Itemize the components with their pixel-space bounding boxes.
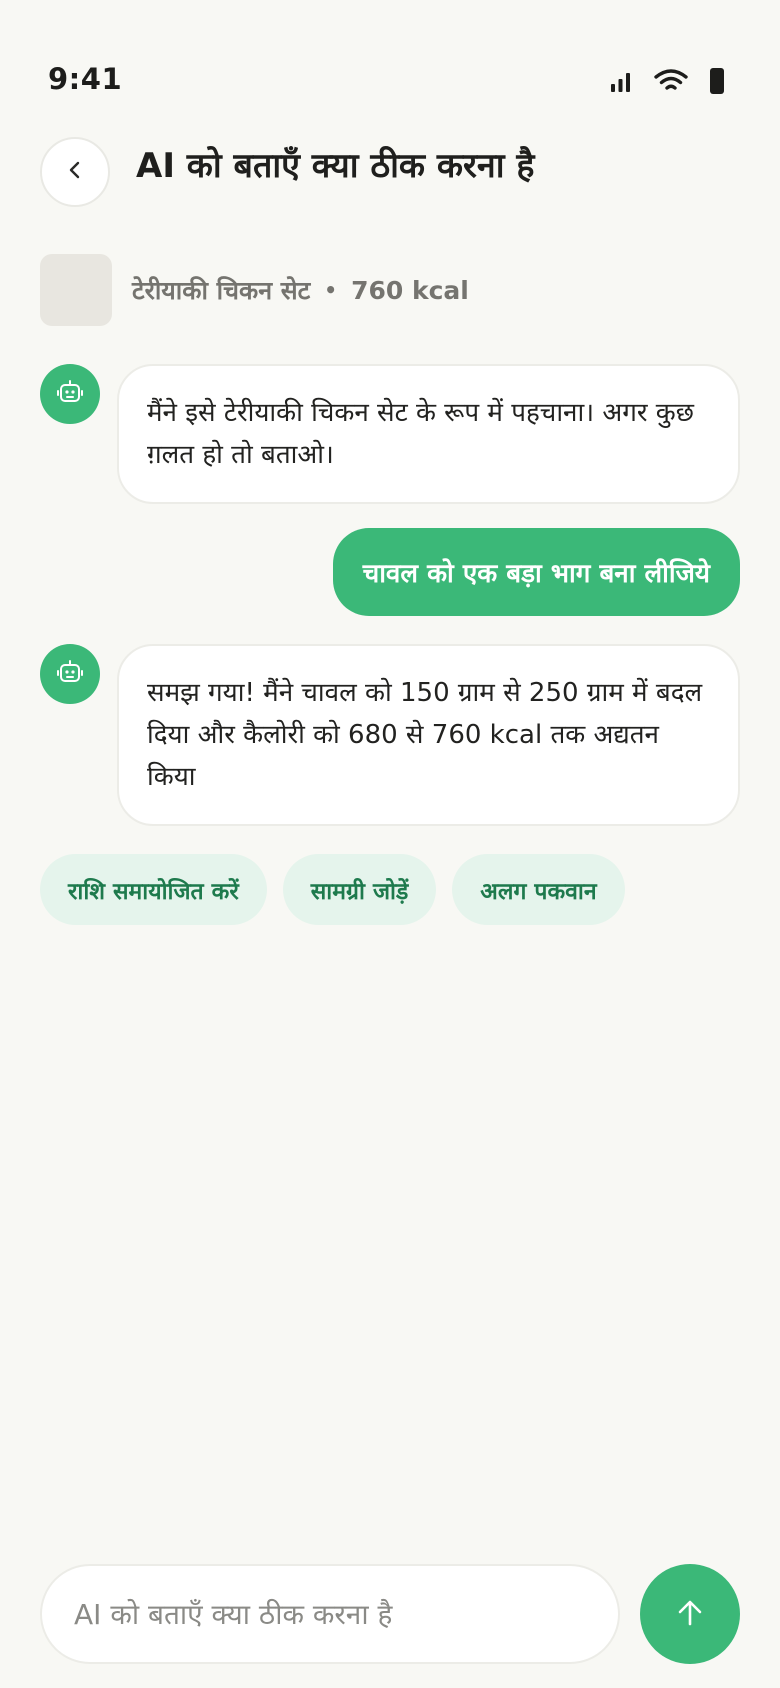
chip-adjust-amount[interactable]: राशि समायोजित करें bbox=[40, 854, 267, 925]
bot-bubble: मैंने इसे टेरीयाकी चिकन सेट के रूप में प… bbox=[117, 364, 740, 504]
status-time: 9:41 bbox=[48, 62, 123, 96]
signal-icon bbox=[610, 70, 632, 92]
header: AI को बताएँ क्या ठीक करना है bbox=[40, 136, 740, 208]
food-thumbnail bbox=[40, 254, 112, 326]
bot-message: मैंने इसे टेरीयाकी चिकन सेट के रूप में प… bbox=[40, 364, 740, 504]
user-bubble: चावल को एक बड़ा भाग बना लीजिये bbox=[332, 528, 740, 616]
bot-avatar bbox=[40, 364, 100, 424]
food-calories: 760 kcal bbox=[351, 275, 469, 305]
food-summary: टेरीयाकी चिकन सेट • 760 kcal bbox=[40, 254, 469, 326]
bot-avatar bbox=[40, 644, 100, 704]
robot-icon bbox=[57, 379, 83, 409]
back-button[interactable] bbox=[40, 137, 110, 207]
chip-different-dish[interactable]: अलग पकवान bbox=[452, 854, 625, 925]
send-button[interactable] bbox=[640, 1564, 740, 1664]
page-title: AI को बताएँ क्या ठीक करना है bbox=[136, 146, 535, 186]
wifi-icon bbox=[654, 69, 688, 93]
composer bbox=[40, 1564, 740, 1664]
message-input[interactable] bbox=[40, 1564, 620, 1664]
arrow-up-icon bbox=[673, 1596, 707, 1633]
robot-icon bbox=[57, 659, 83, 689]
food-separator: • bbox=[324, 278, 338, 302]
status-bar: 9:41 bbox=[0, 0, 780, 120]
suggestion-chips: राशि समायोजित करें सामग्री जोड़ें अलग पक… bbox=[40, 854, 625, 925]
bot-bubble: समझ गया! मैंने चावल को 150 ग्राम से 250 … bbox=[117, 644, 740, 826]
battery-icon bbox=[710, 68, 724, 94]
bot-message: समझ गया! मैंने चावल को 150 ग्राम से 250 … bbox=[40, 644, 740, 826]
status-icons bbox=[610, 68, 724, 94]
chip-add-ingredient[interactable]: सामग्री जोड़ें bbox=[282, 854, 437, 925]
food-meta: टेरीयाकी चिकन सेट • 760 kcal bbox=[132, 273, 469, 307]
food-name: टेरीयाकी चिकन सेट bbox=[132, 276, 311, 305]
chevron-left-icon bbox=[65, 158, 85, 186]
